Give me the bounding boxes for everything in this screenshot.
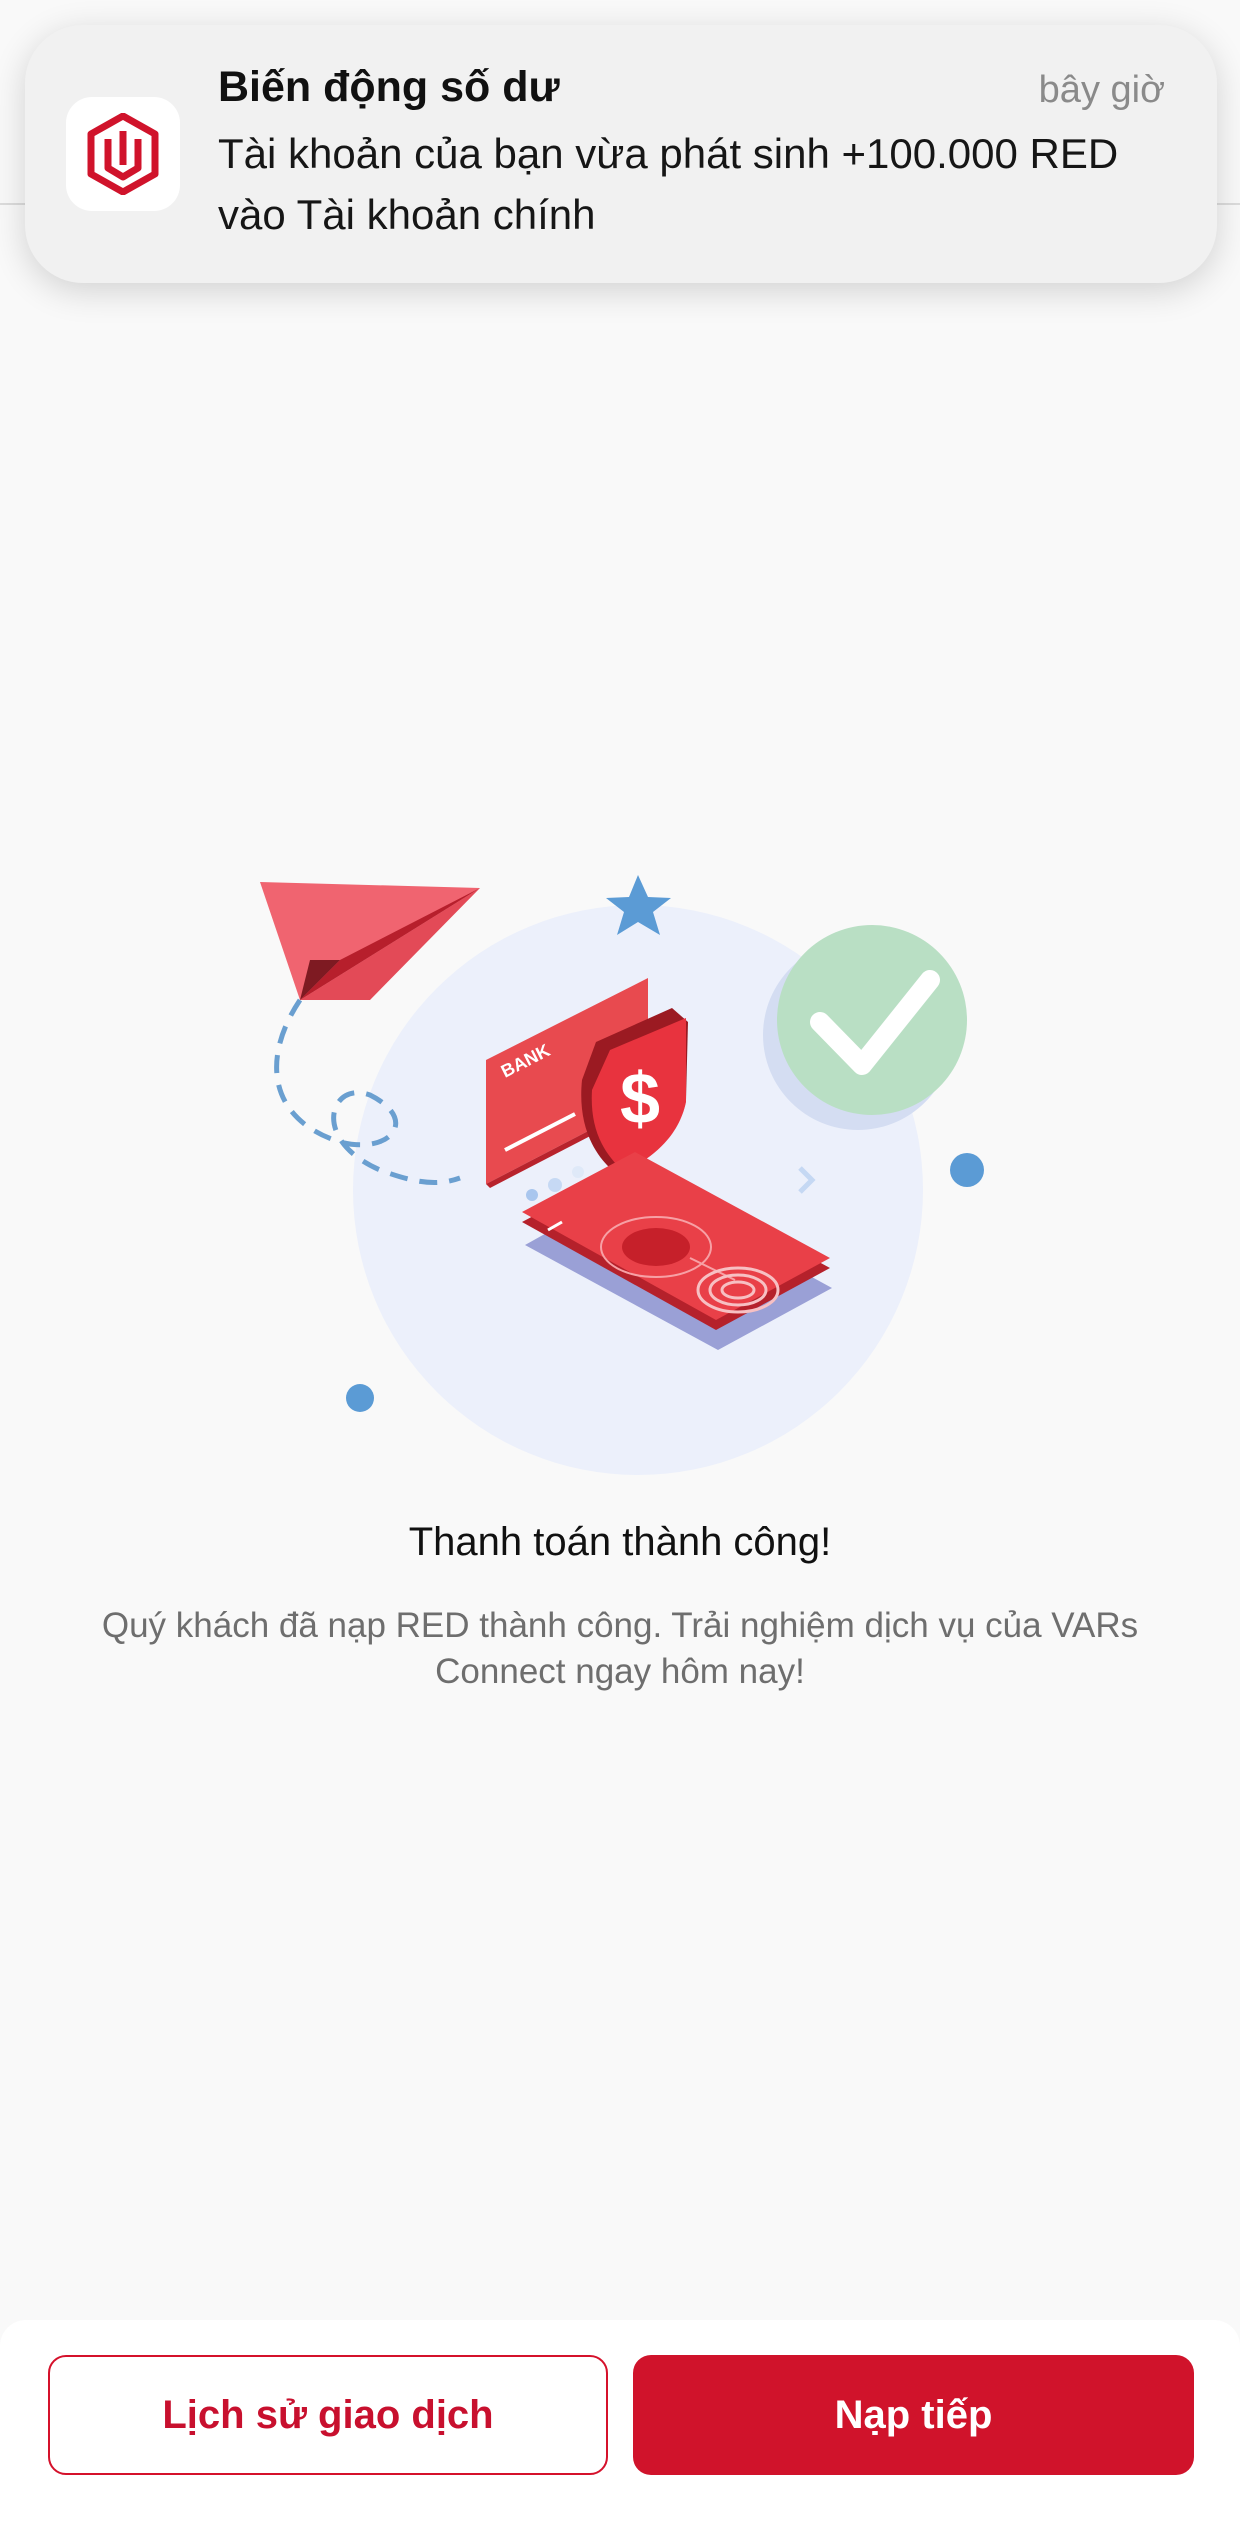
- transaction-history-button[interactable]: Lịch sử giao dịch: [48, 2355, 608, 2475]
- decor-dot-right: [950, 1153, 984, 1187]
- result-description: Quý khách đã nạp RED thành công. Trải ng…: [101, 1606, 1139, 1691]
- notification-title: Biến động số dư: [218, 63, 560, 111]
- payment-success-illustration: BANK $: [0, 850, 1240, 1500]
- notification-message: Tài khoản của bạn vừa phát sinh +100.000…: [218, 130, 1119, 238]
- topup-again-button[interactable]: Nạp tiếp: [633, 2355, 1194, 2475]
- app-logo-icon: [66, 97, 180, 211]
- result-title: Thanh toán thành công!: [408, 1520, 832, 1564]
- notification-banner[interactable]: Biến động số dư bây giờ Tài khoản của bạ…: [25, 25, 1217, 283]
- svg-text:$: $: [620, 1059, 660, 1139]
- notification-time: bây giờ: [1038, 69, 1165, 111]
- bottom-action-bar: Lịch sử giao dịch Nạp tiếp: [0, 2320, 1240, 2533]
- decor-dot-left: [346, 1384, 374, 1412]
